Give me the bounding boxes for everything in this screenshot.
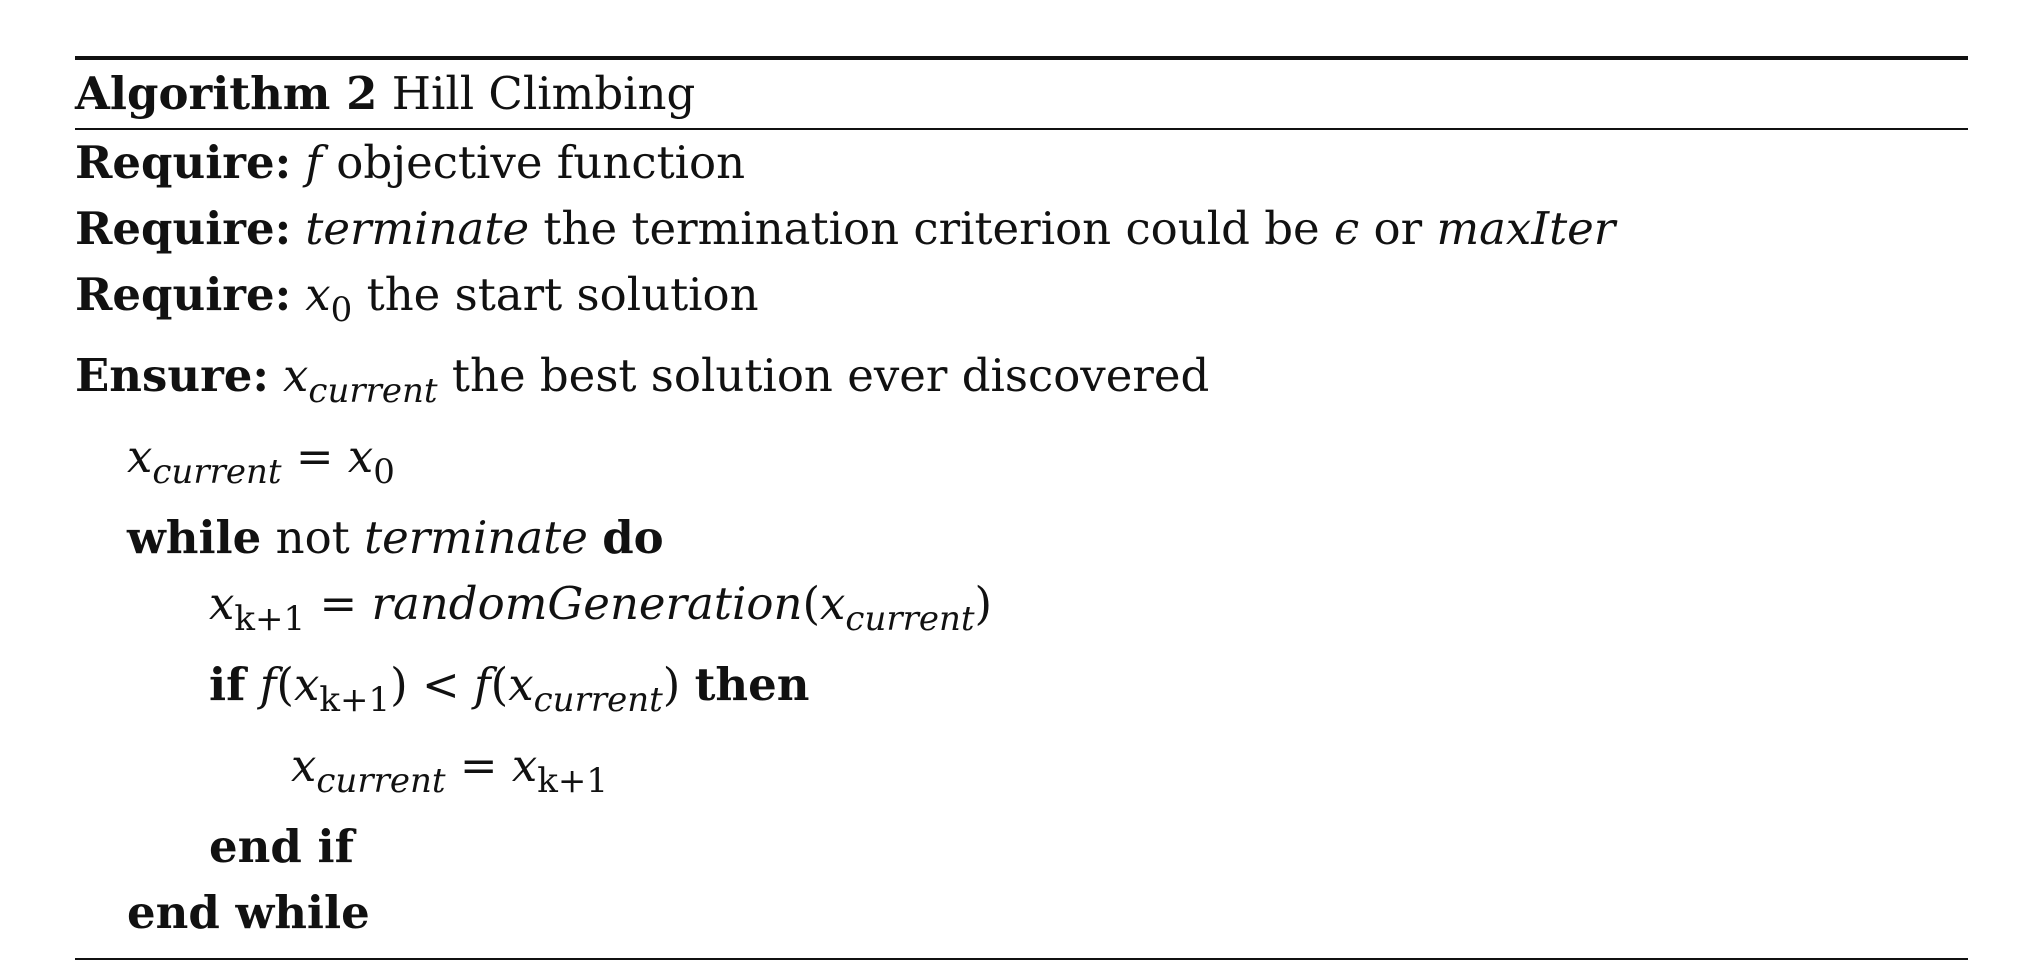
require-line-3: Require: x0 the start solution bbox=[75, 262, 1968, 343]
step-generate: xk+1 = randomGeneration(xcurrent) bbox=[75, 571, 1968, 652]
while-condition: terminate bbox=[364, 511, 588, 564]
require-var: f bbox=[305, 136, 322, 189]
require-keyword: Require: bbox=[75, 136, 292, 189]
equals-sign: = bbox=[319, 577, 358, 630]
step-assign: xcurrent = xk+1 bbox=[75, 733, 1968, 814]
require-keyword: Require: bbox=[75, 202, 292, 255]
step-end-while: end while bbox=[75, 880, 1968, 946]
algorithm-label: Algorithm 2 bbox=[75, 67, 378, 120]
rhs-var: x bbox=[347, 430, 374, 483]
arg-subscript: current bbox=[845, 599, 975, 639]
then-keyword: then bbox=[694, 658, 810, 711]
equals-sign: = bbox=[295, 430, 334, 483]
lhs-subscript: current bbox=[152, 452, 282, 492]
func-f: f bbox=[259, 658, 277, 711]
require-line-1: Require: f objective function bbox=[75, 130, 1968, 196]
equals-sign: = bbox=[459, 739, 498, 792]
lhs-var: x bbox=[291, 739, 317, 792]
require-var: x bbox=[305, 268, 331, 321]
step-end-if: end if bbox=[75, 814, 1968, 880]
not-text: not bbox=[275, 511, 350, 564]
lhs-subscript: current bbox=[316, 761, 446, 801]
require-desc: objective function bbox=[336, 136, 746, 189]
arg-var: x bbox=[293, 658, 320, 711]
close-paren: ) bbox=[974, 577, 993, 630]
lhs-var: x bbox=[127, 430, 153, 483]
func-f: f bbox=[474, 658, 491, 711]
arg-var: x bbox=[820, 577, 846, 630]
while-keyword: while bbox=[127, 511, 262, 564]
end-if-keyword: end if bbox=[209, 820, 354, 873]
rhs-subscript: 0 bbox=[373, 452, 395, 492]
require-line-2: Require: terminate the termination criter… bbox=[75, 196, 1968, 262]
lhs-var: x bbox=[209, 577, 235, 630]
require-var: terminate bbox=[305, 202, 530, 255]
ensure-keyword: Ensure: bbox=[75, 349, 270, 402]
ensure-var-subscript: current bbox=[308, 371, 438, 411]
ensure-var: x bbox=[283, 349, 309, 402]
arg-subscript: current bbox=[533, 680, 663, 720]
ensure-desc: the best solution ever discovered bbox=[451, 349, 1210, 402]
less-than-sign: < bbox=[421, 658, 460, 711]
if-keyword: if bbox=[209, 658, 246, 711]
algorithm-title: Algorithm 2 Hill Climbing bbox=[75, 60, 1968, 128]
step-init: xcurrent = x0 bbox=[75, 424, 1968, 505]
function-name: randomGeneration bbox=[371, 577, 803, 630]
open-paren: ( bbox=[490, 658, 509, 711]
close-paren: ) bbox=[662, 658, 681, 711]
arg-var: x bbox=[508, 658, 534, 711]
lhs-subscript: k+1 bbox=[234, 599, 306, 639]
require-var-subscript: 0 bbox=[330, 290, 353, 330]
require-desc: the start solution bbox=[366, 268, 759, 321]
ensure-line: Ensure: xcurrent the best solution ever d… bbox=[75, 343, 1968, 424]
open-paren: ( bbox=[276, 658, 294, 711]
do-keyword: do bbox=[602, 511, 664, 564]
end-while-keyword: end while bbox=[127, 886, 370, 939]
open-paren: ( bbox=[802, 577, 821, 630]
maxiter-var: maxIter bbox=[1436, 202, 1616, 255]
rhs-var: x bbox=[511, 739, 538, 792]
step-while: while not terminate do bbox=[75, 505, 1968, 571]
require-keyword: Require: bbox=[75, 268, 292, 321]
algorithm-block: Algorithm 2 Hill Climbing Require: f obje… bbox=[75, 56, 1968, 960]
arg-subscript: k+1 bbox=[319, 680, 391, 720]
step-if: if f(xk+1) < f(xcurrent) then bbox=[75, 652, 1968, 733]
epsilon-symbol: ϵ bbox=[1334, 202, 1360, 255]
close-paren: ) bbox=[390, 658, 408, 711]
rhs-subscript: k+1 bbox=[537, 761, 608, 801]
require-desc: the termination criterion could be bbox=[543, 202, 1320, 255]
or-text: or bbox=[1373, 202, 1423, 255]
algorithm-name: Hill Climbing bbox=[391, 67, 696, 120]
